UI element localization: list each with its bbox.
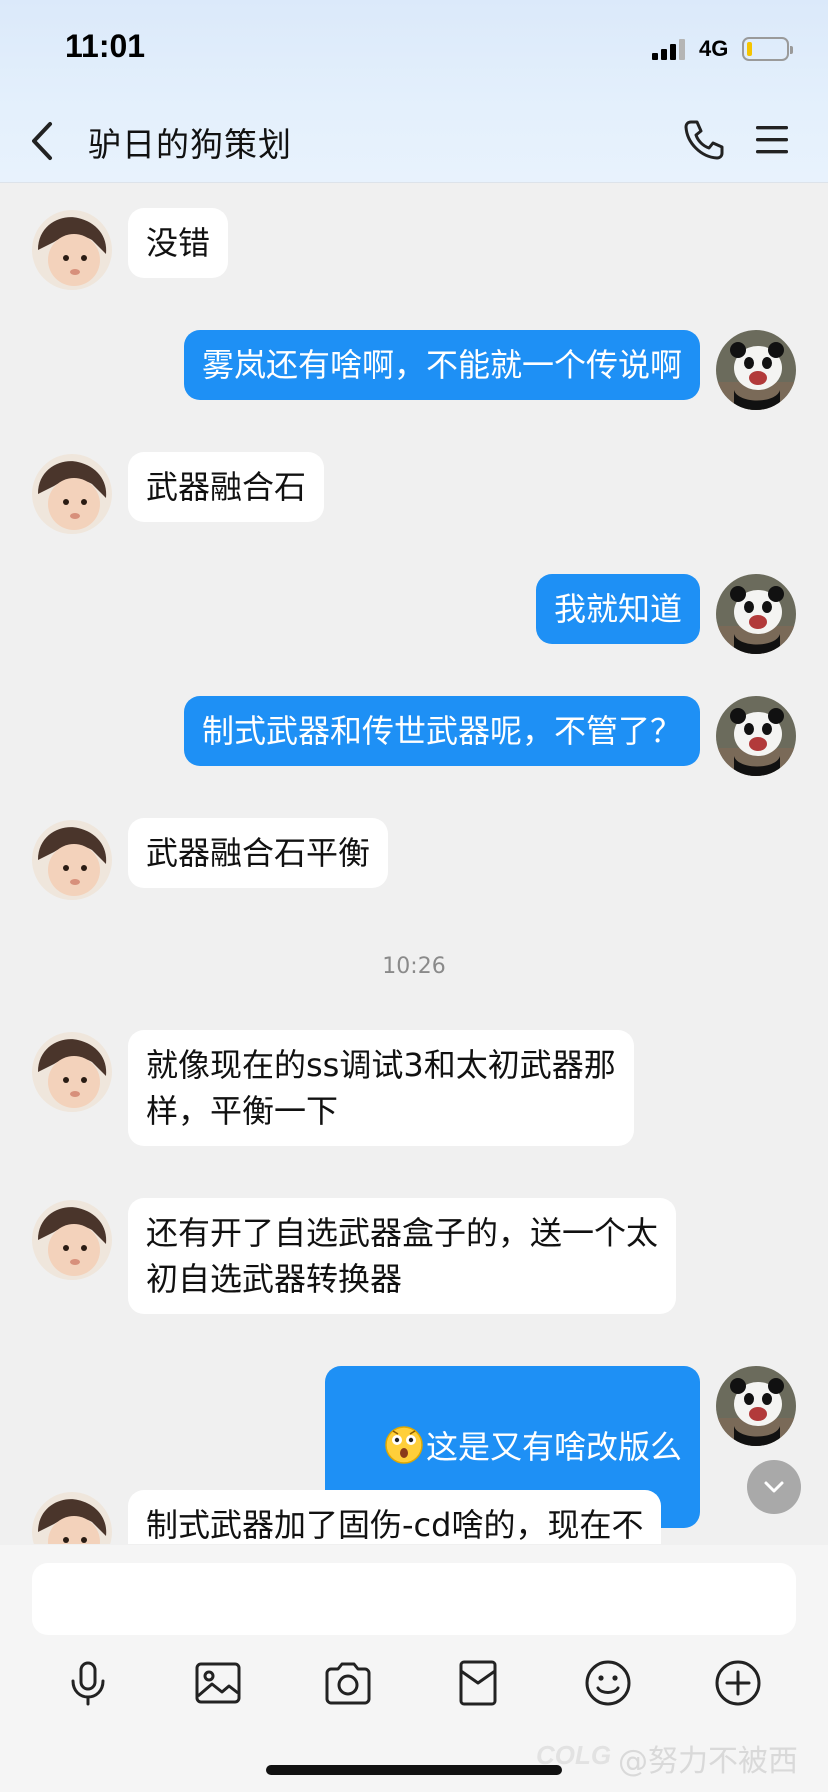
camera-icon[interactable] [322,1657,374,1709]
my-avatar[interactable] [716,696,796,776]
battery-icon [742,37,793,61]
contact-avatar[interactable] [32,454,112,534]
contact-avatar[interactable] [32,210,112,290]
menu-icon[interactable] [754,120,792,160]
contact-avatar[interactable] [32,820,112,900]
network-label: 4G [699,36,729,61]
microphone-icon[interactable] [62,1657,114,1709]
message-bubble[interactable]: 制式武器和传世武器呢，不管了？ [183,696,700,766]
signal-icon [652,38,690,60]
message-input[interactable] [32,1563,796,1635]
message-bubble[interactable]: 雾岚还有啥啊，不能就一个传说啊 [183,330,700,400]
chevron-down-icon [764,1481,784,1493]
chat-title: 驴日的狗策划 [88,125,292,164]
red-packet-icon[interactable] [452,1657,504,1709]
message-bubble[interactable]: 没错 [128,208,229,278]
my-avatar[interactable] [716,574,796,654]
contact-avatar[interactable] [32,1492,112,1544]
top-bar: 11:01 4G 驴日的狗策划 [0,0,828,183]
message-bubble[interactable]: 制式武器加了固伤-cd啥的，现在不 [128,1490,662,1544]
message-bubble[interactable]: 还有开了自选武器盒子的，送一个太 初自选武器转换器 [128,1198,677,1314]
message-bubble[interactable]: 武器融合石平衡 [128,818,389,888]
my-avatar[interactable] [716,1366,796,1446]
message-text: 这是又有啥改版么 [425,1428,682,1466]
status-time: 11:01 [65,28,146,64]
message-bubble[interactable]: 武器融合石 [128,452,325,522]
plus-icon[interactable] [712,1657,764,1709]
watermark-text: @努力不被西 [618,1744,798,1779]
astonished-face-icon [384,1425,424,1465]
timestamp: 10:26 [382,954,446,979]
contact-avatar[interactable] [32,1032,112,1112]
message-bubble[interactable]: 就像现在的ss调试3和太初武器那 样，平衡一下 [128,1030,634,1146]
contact-avatar[interactable] [32,1200,112,1280]
back-icon[interactable] [26,118,60,164]
message-bubble[interactable]: 我就知道 [535,574,700,644]
emoji-icon[interactable] [582,1657,634,1709]
my-avatar[interactable] [716,330,796,410]
image-icon[interactable] [192,1657,244,1709]
home-indicator[interactable] [266,1765,562,1775]
phone-call-icon[interactable] [682,118,726,162]
message-list[interactable]: 没错 雾岚还有啥啊，不能就一个传说啊 武器融合石 我就知道 制式武器和传世武器呢… [0,184,828,1544]
scroll-to-bottom-button[interactable] [747,1460,801,1514]
